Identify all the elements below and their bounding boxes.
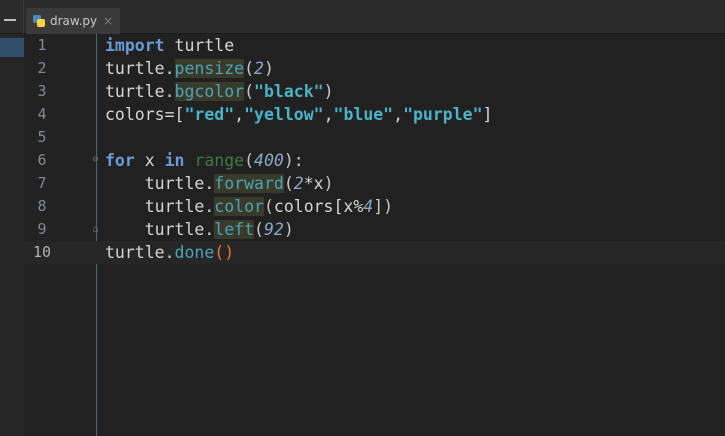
line-number: 7 (37, 174, 47, 192)
close-tab-icon[interactable]: × (103, 14, 113, 28)
paren: ) (283, 220, 294, 239)
paren: ( (244, 151, 255, 170)
code-editor[interactable]: 1 import turtle 2 turtle.pensize(2) 3 tu… (0, 34, 725, 436)
line-number: 10 (32, 243, 52, 261)
number-literal: 4 (363, 197, 374, 216)
string-literal: "purple" (403, 105, 483, 124)
paren: ): (283, 151, 304, 170)
code-line: 2 turtle.pensize(2) (0, 57, 725, 80)
code-text: turtle. (105, 59, 175, 78)
keyword: import (105, 36, 165, 55)
code-line: 1 import turtle (0, 34, 725, 57)
paren: ) (224, 243, 235, 262)
paren: ( (254, 220, 264, 239)
fold-end-icon[interactable]: ⌂ (90, 224, 101, 235)
code-text: turtle. (105, 82, 175, 101)
tab-divider (23, 0, 24, 34)
number-literal: 400 (254, 151, 284, 170)
paren: ( (244, 59, 255, 78)
string-literal: "blue" (333, 105, 394, 124)
code-text: turtle. (105, 197, 215, 216)
paren: ) (323, 174, 334, 193)
line-number: 2 (37, 59, 47, 77)
code-line: 7 turtle.forward(2*x) (0, 172, 725, 195)
number-literal: 92 (263, 220, 284, 239)
line-number: 3 (37, 82, 47, 100)
code-text: turtle. (105, 243, 175, 262)
method-name: bgcolor (174, 82, 245, 101)
method-name: pensize (174, 59, 245, 78)
paren: ( (263, 197, 274, 216)
code-line-current: 10 turtle.done() (0, 241, 725, 264)
code-line: 9 turtle.left(92) (0, 218, 725, 241)
number-literal: 2 (293, 174, 304, 193)
paren: ( (244, 82, 255, 101)
code-line: 5 (0, 126, 725, 149)
line-number: 9 (37, 220, 47, 238)
string-literal: "red" (184, 105, 235, 124)
builtin-name: range (194, 151, 245, 170)
line-number: 4 (37, 105, 47, 123)
comma: , (323, 105, 334, 124)
code-line: 8 turtle.color(colors[x%4]) (0, 195, 725, 218)
paren: ) (323, 82, 334, 101)
number-literal: 2 (254, 59, 264, 78)
comma: , (393, 105, 404, 124)
code-text: turtle. (105, 174, 215, 193)
tab-draw-py[interactable]: draw.py × (26, 8, 120, 34)
code-text: turtle. (105, 220, 215, 239)
code-text: x (134, 151, 165, 170)
code-text: colors[x% (273, 197, 364, 216)
line-number: 1 (37, 36, 47, 54)
comma: , (234, 105, 245, 124)
code-line: 3 turtle.bgcolor("black") (0, 80, 725, 103)
tab-label: draw.py (50, 14, 98, 28)
paren: ]) (373, 197, 394, 216)
paren: ) (263, 59, 274, 78)
code-line: 6 for x in range(400): (0, 149, 725, 172)
editor-tab-bar: draw.py × (0, 0, 725, 34)
code-text: ] (482, 105, 493, 124)
code-text: turtle (164, 36, 235, 55)
python-file-icon (32, 14, 46, 28)
code-text: colors=[ (105, 105, 185, 124)
keyword: in (164, 151, 185, 170)
line-number: 5 (37, 128, 47, 146)
method-name: forward (214, 174, 284, 193)
code-line: 4 colors=["red","yellow","blue","purple"… (0, 103, 725, 126)
method-name: left (214, 220, 255, 239)
method-name: done (174, 243, 215, 262)
minimize-icon[interactable] (0, 10, 24, 26)
paren: ( (283, 174, 294, 193)
string-literal: "black" (254, 82, 324, 101)
line-number: 8 (37, 197, 47, 215)
string-literal: "yellow" (244, 105, 324, 124)
keyword: for (105, 151, 135, 170)
method-name: color (214, 197, 264, 216)
fold-collapse-icon[interactable]: ⊖ (90, 154, 101, 165)
line-number: 6 (37, 151, 47, 169)
code-text: *x (303, 174, 324, 193)
paren: ( (214, 243, 225, 262)
